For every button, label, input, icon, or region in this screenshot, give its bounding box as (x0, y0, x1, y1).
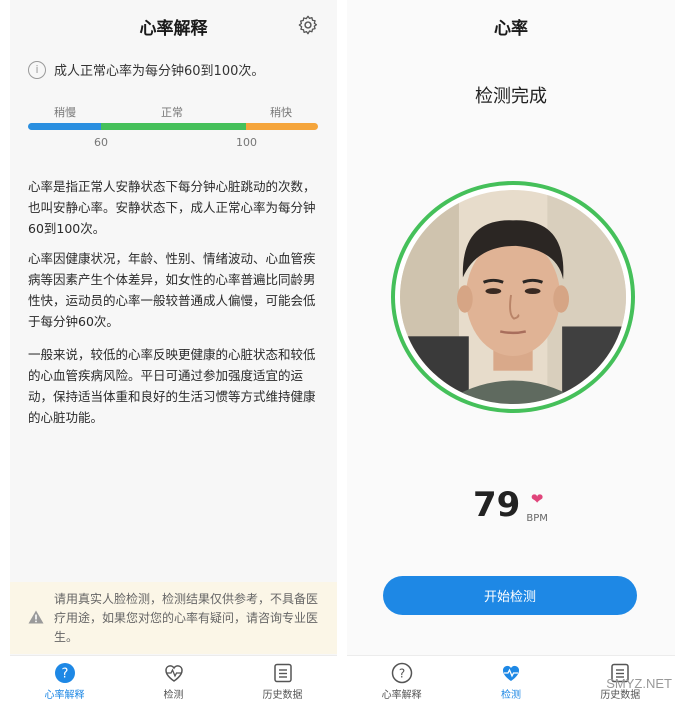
tab-history[interactable]: 历史数据 (228, 656, 337, 708)
face-camera-preview (400, 190, 626, 404)
range-label-fast: 稍快 (270, 106, 292, 119)
range-label-slow: 稍慢 (54, 106, 76, 119)
watermark: SMYZ.NET (606, 676, 672, 691)
range-tick-high: 100 (236, 136, 257, 149)
tab-label: 心率解释 (381, 690, 422, 701)
explanation-paragraph-3: 一般来说，较低的心率反映更健康的心脏状态和较低的心血管疾病风险。平日可通过参加强… (28, 347, 316, 425)
tab-detect[interactable]: 检测 (456, 656, 565, 708)
question-circle-icon: ? (54, 663, 75, 683)
gear-icon[interactable] (297, 14, 319, 36)
bpm-side: ❤ BPM (526, 491, 548, 524)
disclaimer-text: 请用真实人脸检测，检测结果仅供参考，不具备医疗用途，如果您对您的心率有疑问，请咨… (54, 592, 319, 644)
range-label-normal: 正常 (161, 106, 183, 119)
tab-detect[interactable]: 检测 (119, 656, 228, 708)
tab-label: 历史数据 (262, 690, 303, 701)
bottom-tab-bar: ? 心率解释 检测 历史数据 (10, 655, 337, 708)
explanation-paragraph-2: 心率因健康状况，年龄、性别、情绪波动、心血管疾病等因素产生个体差异，如女性的心率… (28, 251, 316, 329)
heart-rate-explanation-screen: 心率解释 i 成人正常心率为每分钟60到100次。 稍慢 正常 稍快 60 10… (10, 0, 337, 708)
face-image (400, 190, 626, 404)
range-ticks: 60 100 (28, 136, 318, 152)
svg-text:?: ? (398, 667, 404, 681)
heartbeat-icon (502, 665, 519, 681)
normal-range-info: i 成人正常心率为每分钟60到100次。 (28, 60, 327, 79)
explanation-paragraph-1: 心率是指正常人安静状态下每分钟心脏跳动的次数，也叫安静心率。安静状态下，成人正常… (28, 179, 316, 236)
bpm-unit: BPM (526, 513, 548, 524)
heart-rate-range-bar (28, 123, 318, 130)
list-icon (273, 663, 292, 683)
range-labels: 稍慢 正常 稍快 (28, 104, 318, 120)
range-segment-fast (245, 123, 318, 130)
info-icon: i (28, 60, 46, 79)
heart-icon: ❤ (530, 490, 544, 508)
face-preview-ring (391, 181, 635, 413)
detection-status: 检测完成 (475, 86, 547, 107)
start-detection-button[interactable]: 开始检测 (383, 576, 637, 615)
heart-rate-detection-screen: 心率 检测完成 79 ❤ BPM 开始检测 ? 心率解释 检测 历史数据 (347, 0, 675, 708)
page-title: 心率 (494, 19, 528, 39)
disclaimer-banner: 请用真实人脸检测，检测结果仅供参考，不具备医疗用途，如果您对您的心率有疑问，请咨… (10, 582, 337, 654)
tab-label: 检测 (500, 690, 521, 701)
bpm-value: 79 (473, 485, 521, 525)
tab-heart-rate-explanation[interactable]: ? 心率解释 (10, 656, 119, 708)
tab-heart-rate-explanation[interactable]: ? 心率解释 (347, 656, 456, 708)
tab-label: 检测 (163, 690, 184, 701)
range-segment-slow (28, 123, 101, 130)
question-circle-icon: ? (391, 662, 412, 684)
range-segment-normal (100, 123, 246, 130)
heart-rate-result: 79 ❤ BPM (473, 484, 548, 524)
range-tick-low: 60 (94, 136, 108, 149)
warning-icon (28, 610, 44, 624)
info-text: 成人正常心率为每分钟60到100次。 (54, 64, 265, 79)
tab-label: 心率解释 (44, 690, 85, 701)
svg-text:?: ? (61, 667, 68, 682)
page-title: 心率解释 (139, 19, 208, 39)
heartbeat-icon (164, 665, 183, 682)
